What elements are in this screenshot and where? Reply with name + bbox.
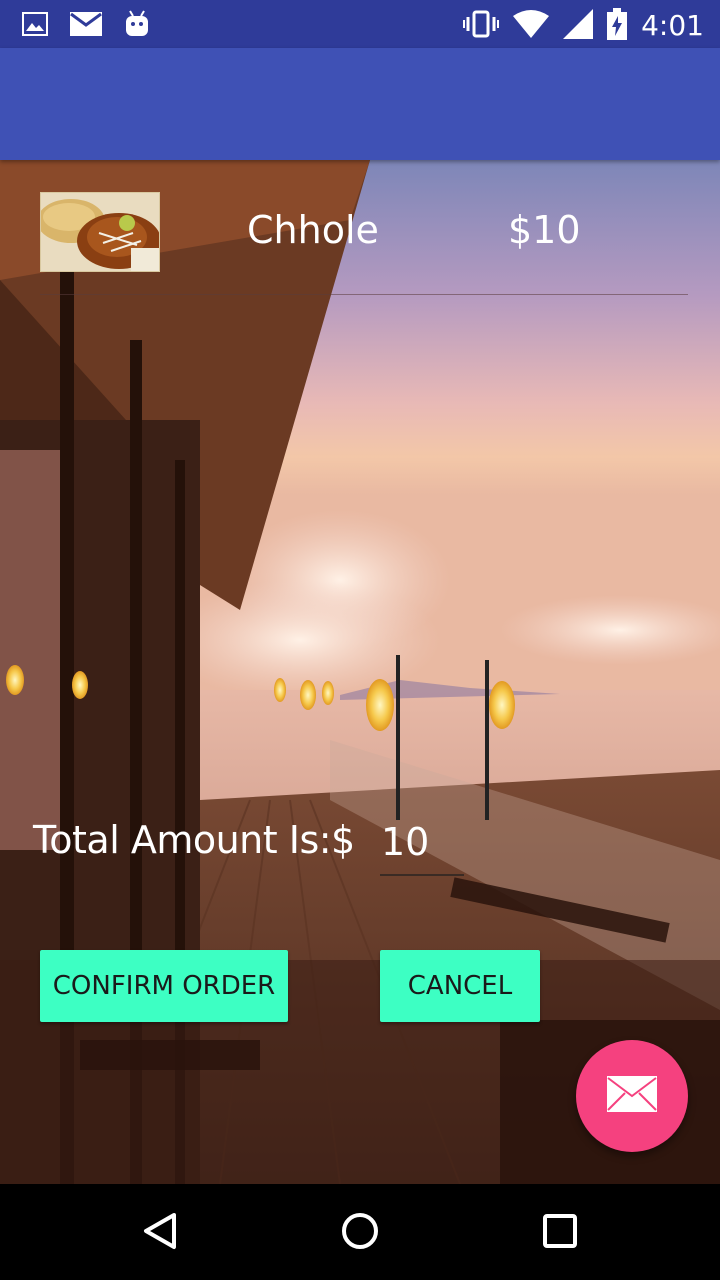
- image-icon: [22, 12, 48, 40]
- order-item-row: Chhole $10: [40, 192, 688, 272]
- total-amount-field[interactable]: 10: [381, 820, 429, 864]
- recents-icon: [540, 1211, 580, 1255]
- item-price: $10: [508, 208, 581, 252]
- total-amount-label: Total Amount Is:$: [33, 818, 355, 862]
- app-bar: [0, 48, 720, 160]
- mail-icon: [607, 1076, 657, 1116]
- divider: [40, 294, 688, 295]
- home-icon: [340, 1211, 380, 1255]
- mail-icon: [70, 12, 102, 40]
- restaurant-terrace-background: [0, 160, 720, 1184]
- cancel-button[interactable]: CANCEL: [380, 950, 540, 1022]
- total-amount-underline: [380, 874, 464, 876]
- back-button[interactable]: [135, 1208, 185, 1258]
- chhole-dish-thumbnail: [40, 192, 160, 272]
- back-icon: [140, 1211, 180, 1255]
- vibrate-icon: [463, 10, 500, 42]
- navigation-bar: [0, 1184, 720, 1280]
- item-name: Chhole: [247, 208, 379, 252]
- recents-button[interactable]: [535, 1208, 585, 1258]
- email-fab-button[interactable]: [576, 1040, 688, 1152]
- home-button[interactable]: [335, 1208, 385, 1258]
- order-screen: Chhole $10 Total Amount Is:$ 10 CONFIRM …: [0, 160, 720, 1184]
- confirm-order-button[interactable]: CONFIRM ORDER: [40, 950, 288, 1022]
- battery-charging-icon: [607, 8, 628, 44]
- signal-icon: [563, 9, 594, 43]
- android-icon: [124, 10, 150, 42]
- status-time: 4:01: [641, 9, 704, 42]
- status-bar: 4:01: [0, 0, 720, 48]
- wifi-icon: [513, 10, 550, 42]
